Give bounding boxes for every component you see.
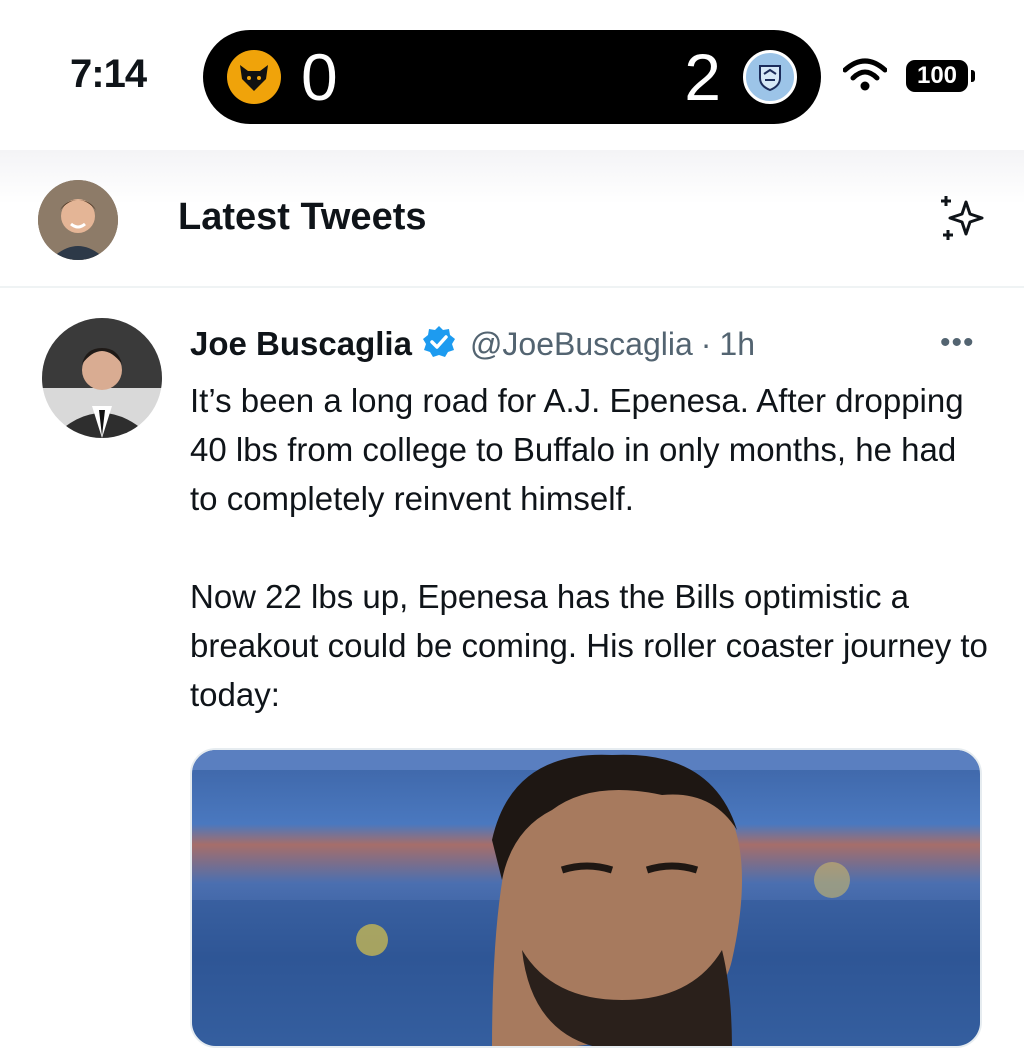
tweet-header: Joe Buscaglia @JoeBuscaglia · 1h xyxy=(190,320,755,368)
tweet-time[interactable]: 1h xyxy=(719,326,755,363)
tweet-text: It’s been a long road for A.J. Epenesa. … xyxy=(190,376,990,719)
wifi-icon xyxy=(842,58,888,97)
timeline-header: Latest Tweets xyxy=(0,150,1024,288)
away-score: 2 xyxy=(684,40,721,114)
profile-avatar[interactable] xyxy=(38,180,118,260)
meta-separator: · xyxy=(700,325,712,362)
status-time: 7:14 xyxy=(70,52,147,96)
author-handle[interactable]: @JoeBuscaglia xyxy=(470,326,693,363)
tweet-paragraph: Now 22 lbs up, Epenesa has the Bills opt… xyxy=(190,578,988,713)
sparkle-icon[interactable] xyxy=(936,192,990,251)
home-score: 0 xyxy=(301,40,338,114)
battery-icon: 100 xyxy=(906,60,968,92)
tweet-paragraph: It’s been a long road for A.J. Epenesa. … xyxy=(190,382,964,517)
page-title: Latest Tweets xyxy=(178,196,427,238)
more-options-icon[interactable]: ••• xyxy=(940,326,975,360)
live-score-activity[interactable]: 0 2 xyxy=(203,30,821,124)
wolves-badge-icon xyxy=(227,50,281,104)
author-name[interactable]: Joe Buscaglia xyxy=(190,325,412,363)
verified-badge-icon xyxy=(422,325,456,364)
author-avatar[interactable] xyxy=(42,318,162,438)
battery-nub xyxy=(971,70,975,82)
manchester-city-badge-icon xyxy=(743,50,797,104)
tweet-media-image[interactable] xyxy=(190,748,982,1048)
